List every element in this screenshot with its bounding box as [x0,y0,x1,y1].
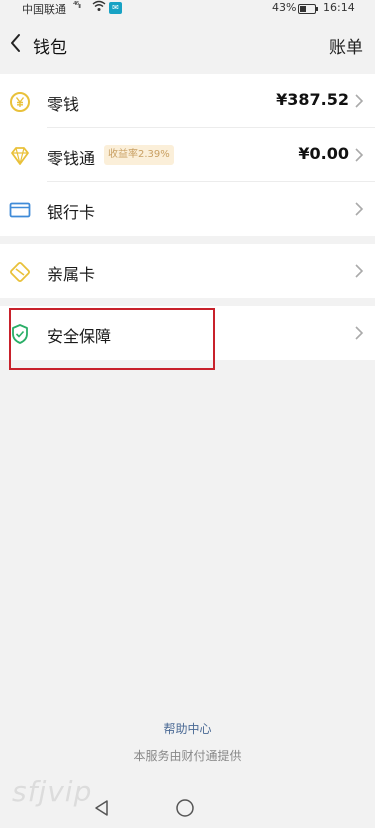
battery-icon [298,4,318,14]
system-back-icon[interactable] [92,798,112,818]
system-home-icon[interactable] [175,798,195,818]
chevron-right-icon [354,263,364,279]
carrier-name: 中国联通 [22,3,66,16]
app-notification-icon: ✉ [109,2,122,14]
chevron-right-icon [354,147,364,163]
wallet-group: 零钱 ¥387.52 零钱通 收益率2.39% ¥0.00 银行卡 [0,74,375,236]
diamond-icon [9,145,31,167]
list-item-label: 安全保障 [47,327,112,346]
signal-icon: ⁴⁶ᵢₗₗ [73,1,81,11]
list-item-family-card[interactable]: 亲属卡 [0,244,375,298]
yield-rate-badge: 收益率2.39% [104,145,174,165]
help-center-link[interactable]: 帮助中心 [0,720,375,737]
list-item-label: 亲属卡 [47,265,96,284]
back-arrow-icon[interactable] [4,28,28,58]
page-title: 钱包 [33,38,67,58]
yuan-coin-icon [9,91,31,113]
list-item-label: 零钱 [47,95,80,114]
family-card-group: 亲属卡 [0,244,375,298]
security-group: 安全保障 [0,306,375,360]
top-nav-bar: 钱包 账单 [0,18,375,70]
family-card-icon [9,261,31,283]
chevron-right-icon [354,201,364,217]
list-item-label: 零钱通 [47,149,96,168]
bills-button[interactable]: 账单 [329,33,363,58]
balance-amount: ¥0.00 [298,144,349,163]
system-nav-bar [0,790,375,828]
clock: 16:14 [323,1,355,14]
list-item-security[interactable]: 安全保障 [0,306,375,360]
chevron-right-icon [354,325,364,341]
shield-check-icon [9,323,31,345]
battery-percent: 43% [272,1,297,14]
bank-card-icon [9,199,31,221]
status-bar: 中国联通 ⁴⁶ᵢₗₗ ✉ 43% 16:14 [0,0,375,18]
list-item-lingqiantong[interactable]: 零钱通 收益率2.39% ¥0.00 [0,128,375,182]
balance-amount: ¥387.52 [276,90,349,109]
wifi-icon [92,0,106,15]
list-item-label: 银行卡 [47,203,96,222]
list-item-bank-card[interactable]: 银行卡 [0,182,375,236]
service-provider-note: 本服务由财付通提供 [133,749,242,763]
chevron-right-icon [354,93,364,109]
list-item-change[interactable]: 零钱 ¥387.52 [0,74,375,128]
